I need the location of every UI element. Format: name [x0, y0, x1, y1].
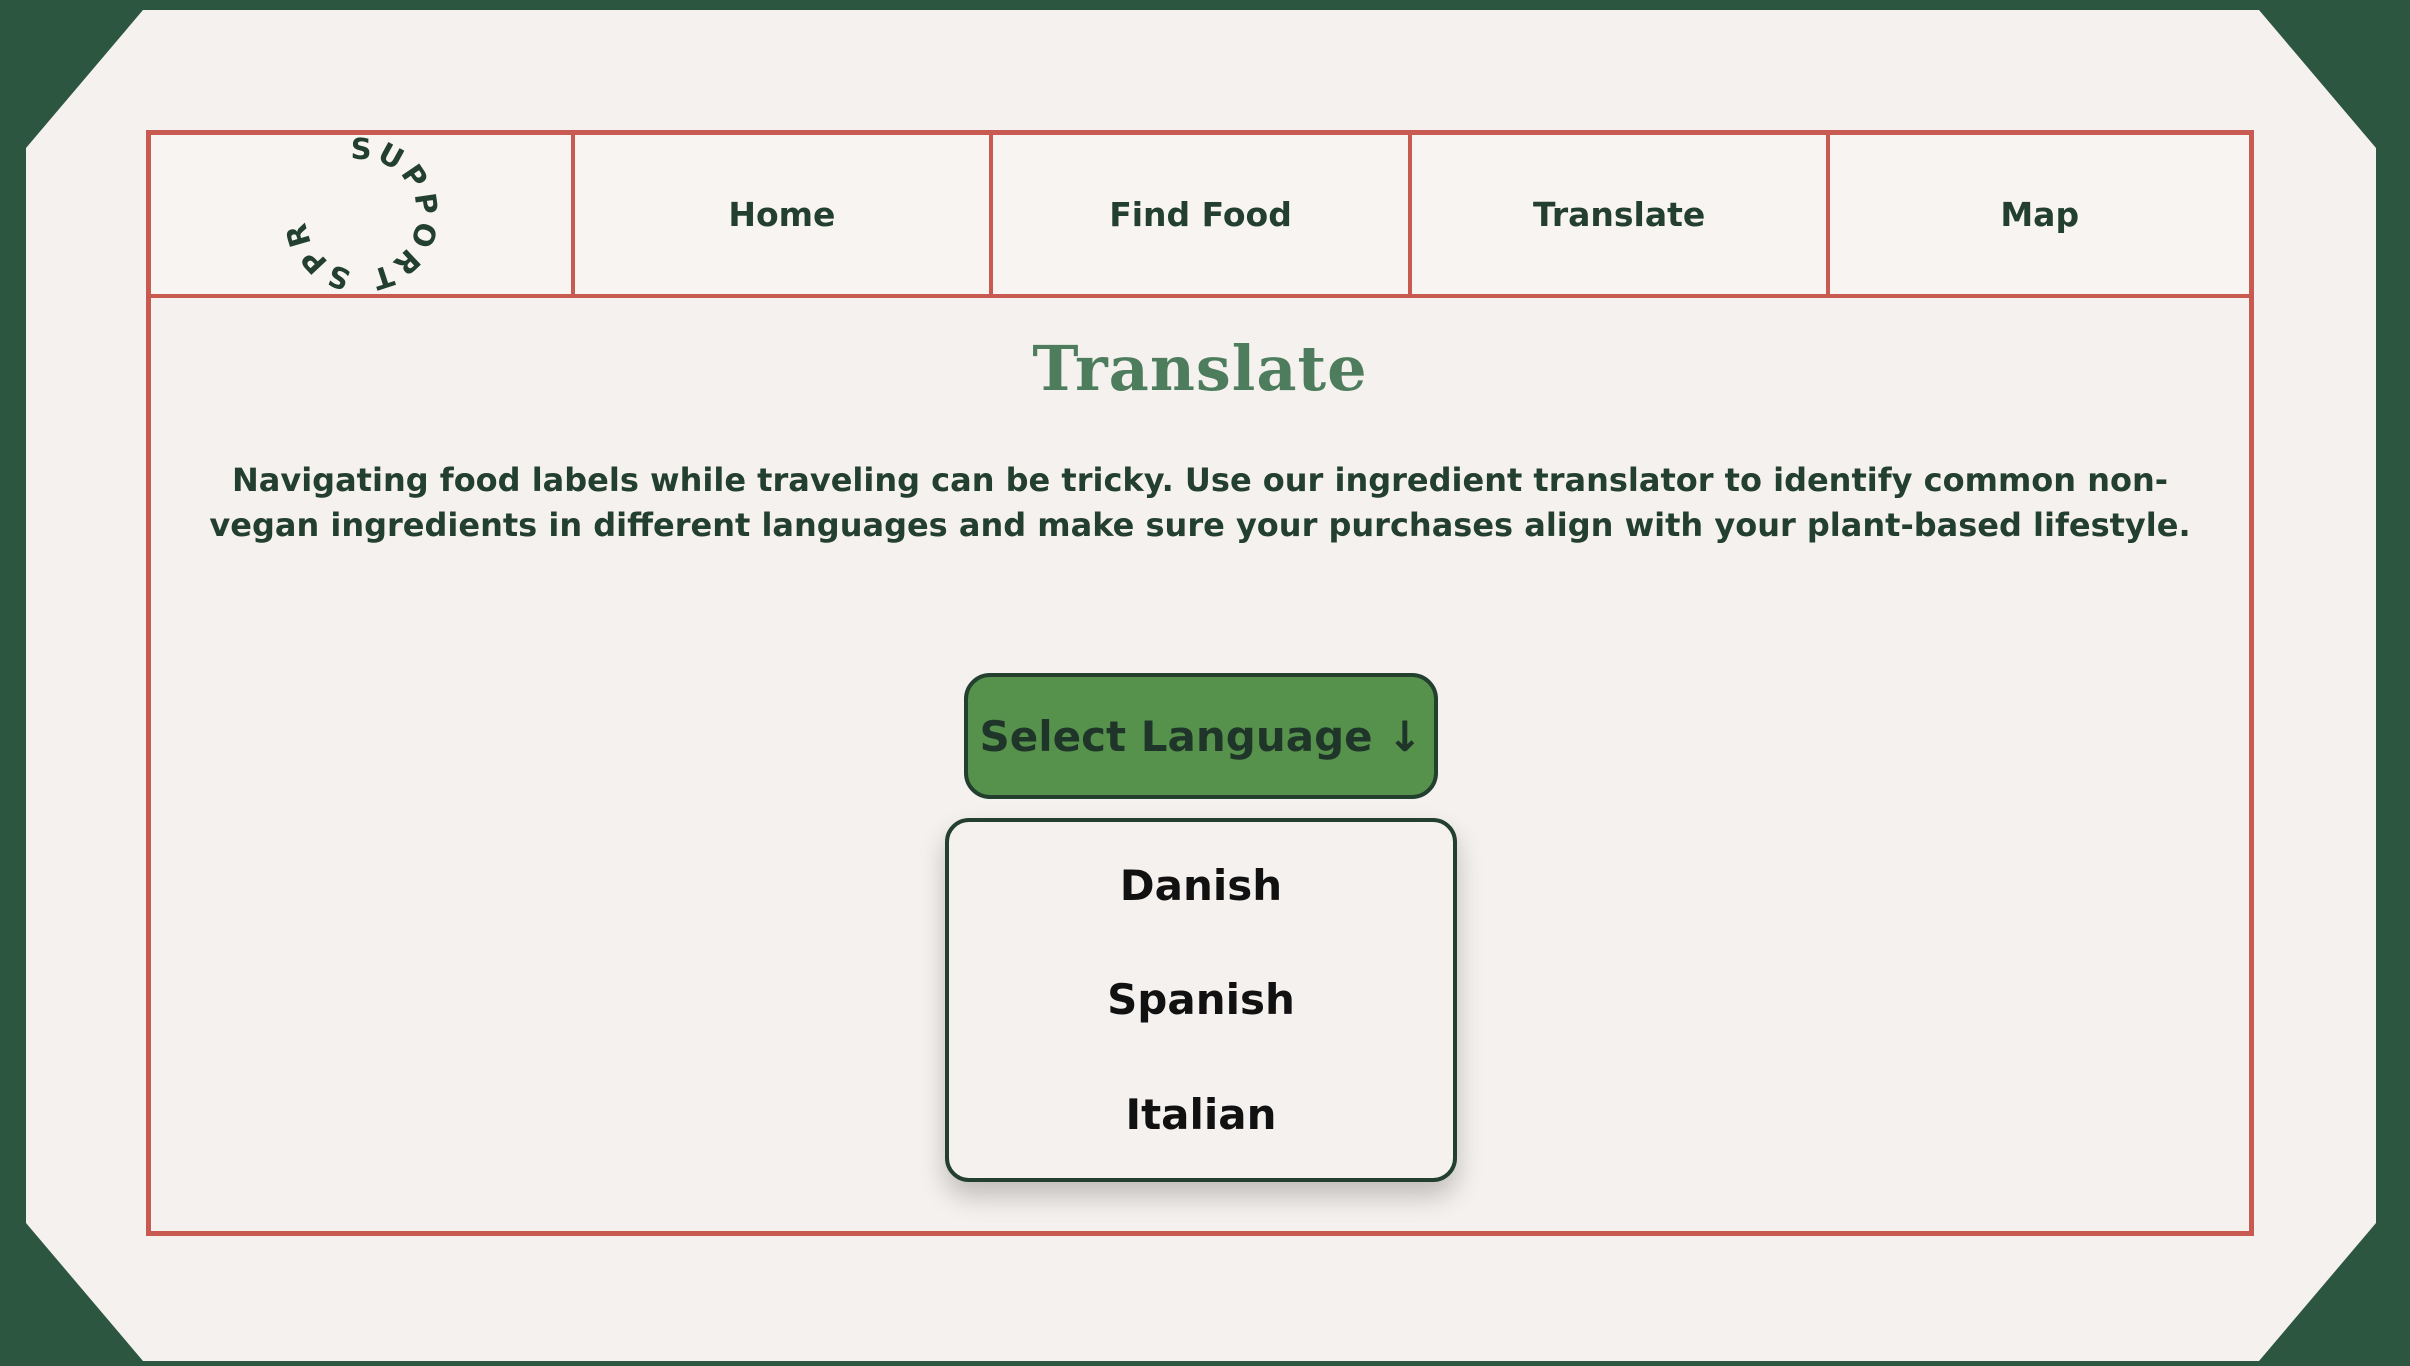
language-dropdown: Danish Spanish Italian — [945, 818, 1457, 1182]
logo[interactable]: SUPPORT SPROUT — [151, 135, 575, 295]
svg-text:SUPPORT SPROUT: SUPPORT SPROUT — [281, 135, 441, 295]
dropdown-option-spanish[interactable]: Spanish — [949, 975, 1453, 1024]
nav-find-food[interactable]: Find Food — [993, 135, 1412, 294]
nav-map[interactable]: Map — [1830, 135, 2249, 294]
page-title: Translate — [1032, 332, 1368, 405]
logo-text: SUPPORT SPROUT — [281, 135, 441, 295]
dropdown-option-danish[interactable]: Danish — [949, 861, 1453, 910]
nav-translate[interactable]: Translate — [1412, 135, 1831, 294]
select-language-button[interactable]: Select Language ↓ — [964, 673, 1438, 799]
nav-home[interactable]: Home — [575, 135, 994, 294]
support-sprout-logo-icon: SUPPORT SPROUT — [281, 135, 441, 295]
top-nav: SUPPORT SPROUT Home Find Food Translate … — [151, 135, 2249, 298]
dropdown-option-italian[interactable]: Italian — [949, 1090, 1453, 1139]
content-frame: SUPPORT SPROUT Home Find Food Translate … — [146, 130, 2254, 1236]
page-description: Navigating food labels while traveling c… — [209, 461, 2191, 544]
